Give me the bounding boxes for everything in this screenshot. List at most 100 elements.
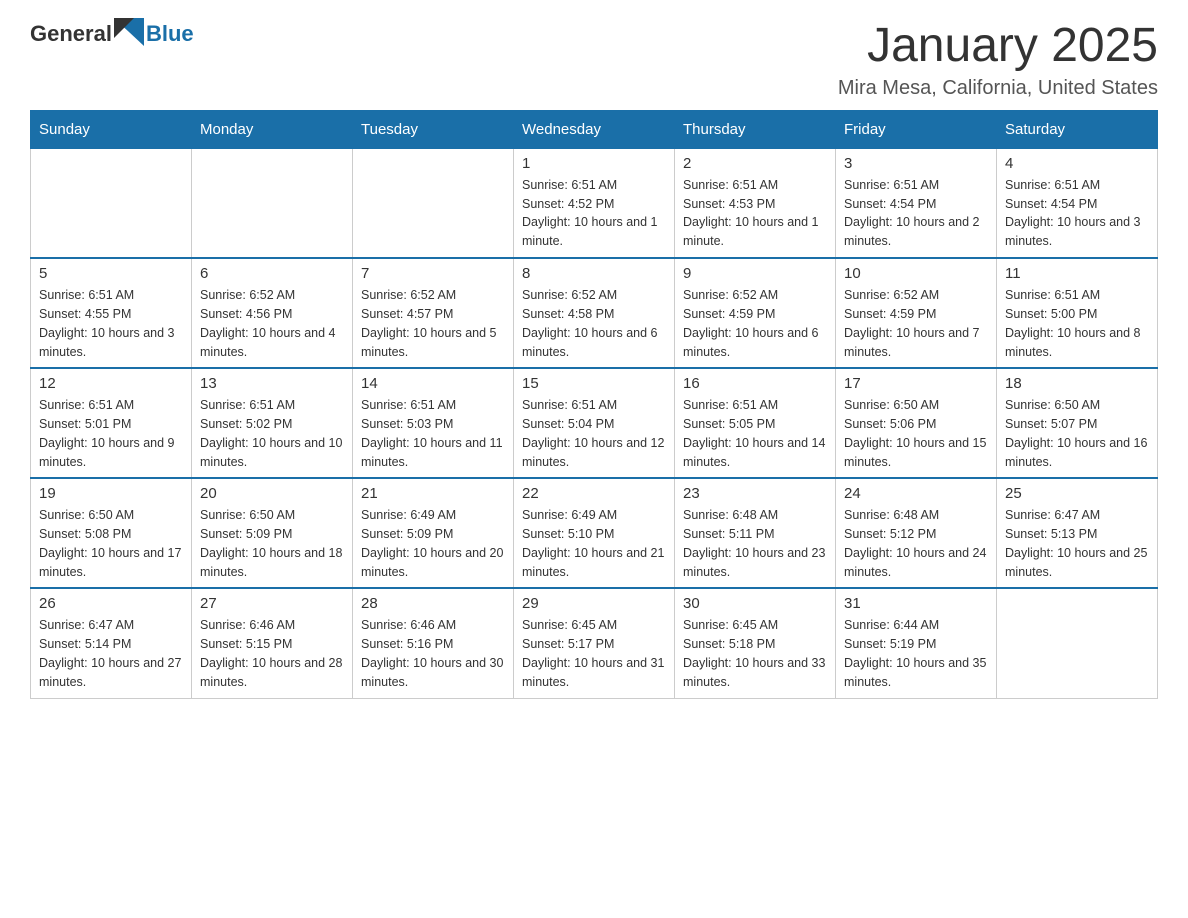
calendar-cell: 24 Sunrise: 6:48 AMSunset: 5:12 PMDayligh…	[836, 478, 997, 588]
calendar-cell: 3 Sunrise: 6:51 AMSunset: 4:54 PMDaylight…	[836, 148, 997, 258]
day-info: Sunrise: 6:51 AMSunset: 4:54 PMDaylight:…	[844, 176, 988, 251]
calendar-week-row: 26 Sunrise: 6:47 AMSunset: 5:14 PMDayligh…	[31, 588, 1158, 698]
logo: General Blue	[30, 20, 194, 48]
col-header-saturday: Saturday	[997, 110, 1158, 148]
calendar-cell: 7 Sunrise: 6:52 AMSunset: 4:57 PMDaylight…	[353, 258, 514, 368]
day-number: 4	[1005, 155, 1149, 172]
day-number: 31	[844, 595, 988, 612]
calendar-week-row: 19Sunrise: 6:50 AMSunset: 5:08 PMDayligh…	[31, 478, 1158, 588]
calendar-cell: 21 Sunrise: 6:49 AMSunset: 5:09 PMDayligh…	[353, 478, 514, 588]
day-info: Sunrise: 6:49 AMSunset: 5:09 PMDaylight:…	[361, 506, 505, 581]
day-number: 10	[844, 265, 988, 282]
day-number: 26	[39, 595, 183, 612]
day-info: Sunrise: 6:46 AMSunset: 5:15 PMDaylight:…	[200, 616, 344, 691]
day-info: Sunrise: 6:45 AMSunset: 5:17 PMDaylight:…	[522, 616, 666, 691]
day-info: Sunrise: 6:52 AMSunset: 4:57 PMDaylight:…	[361, 286, 505, 361]
calendar-cell: 23 Sunrise: 6:48 AMSunset: 5:11 PMDayligh…	[675, 478, 836, 588]
calendar-cell: 13 Sunrise: 6:51 AMSunset: 5:02 PMDayligh…	[192, 368, 353, 478]
calendar-cell: 15Sunrise: 6:51 AMSunset: 5:04 PMDayligh…	[514, 368, 675, 478]
day-number: 22	[522, 485, 666, 502]
day-info: Sunrise: 6:52 AMSunset: 4:58 PMDaylight:…	[522, 286, 666, 361]
calendar-week-row: 5 Sunrise: 6:51 AMSunset: 4:55 PMDaylight…	[31, 258, 1158, 368]
calendar-cell: 20Sunrise: 6:50 AMSunset: 5:09 PMDayligh…	[192, 478, 353, 588]
day-info: Sunrise: 6:47 AMSunset: 5:14 PMDaylight:…	[39, 616, 183, 691]
calendar-cell: 18 Sunrise: 6:50 AMSunset: 5:07 PMDayligh…	[997, 368, 1158, 478]
col-header-wednesday: Wednesday	[514, 110, 675, 148]
day-number: 3	[844, 155, 988, 172]
day-number: 16	[683, 375, 827, 392]
day-info: Sunrise: 6:50 AMSunset: 5:06 PMDaylight:…	[844, 396, 988, 471]
day-number: 14	[361, 375, 505, 392]
day-number: 17	[844, 375, 988, 392]
day-info: Sunrise: 6:45 AMSunset: 5:18 PMDaylight:…	[683, 616, 827, 691]
calendar-cell: 17 Sunrise: 6:50 AMSunset: 5:06 PMDayligh…	[836, 368, 997, 478]
calendar-cell: 26 Sunrise: 6:47 AMSunset: 5:14 PMDayligh…	[31, 588, 192, 698]
day-number: 23	[683, 485, 827, 502]
calendar-cell: 14 Sunrise: 6:51 AMSunset: 5:03 PMDayligh…	[353, 368, 514, 478]
day-info: Sunrise: 6:51 AMSunset: 5:01 PMDaylight:…	[39, 396, 183, 471]
day-number: 15	[522, 375, 666, 392]
day-number: 21	[361, 485, 505, 502]
day-number: 27	[200, 595, 344, 612]
day-number: 7	[361, 265, 505, 282]
calendar-cell: 22Sunrise: 6:49 AMSunset: 5:10 PMDayligh…	[514, 478, 675, 588]
day-info: Sunrise: 6:51 AMSunset: 4:53 PMDaylight:…	[683, 176, 827, 251]
day-number: 12	[39, 375, 183, 392]
day-info: Sunrise: 6:46 AMSunset: 5:16 PMDaylight:…	[361, 616, 505, 691]
day-info: Sunrise: 6:50 AMSunset: 5:07 PMDaylight:…	[1005, 396, 1149, 471]
day-info: Sunrise: 6:52 AMSunset: 4:59 PMDaylight:…	[844, 286, 988, 361]
day-info: Sunrise: 6:51 AMSunset: 5:03 PMDaylight:…	[361, 396, 505, 471]
day-number: 18	[1005, 375, 1149, 392]
logo-triangle-icon	[114, 18, 144, 46]
day-number: 25	[1005, 485, 1149, 502]
day-info: Sunrise: 6:51 AMSunset: 5:00 PMDaylight:…	[1005, 286, 1149, 361]
location: Mira Mesa, California, United States	[838, 77, 1158, 100]
calendar-cell: 27 Sunrise: 6:46 AMSunset: 5:15 PMDayligh…	[192, 588, 353, 698]
day-info: Sunrise: 6:51 AMSunset: 5:02 PMDaylight:…	[200, 396, 344, 471]
day-number: 5	[39, 265, 183, 282]
page-header: General Blue January 2025 Mira Mesa, Cal…	[30, 20, 1158, 100]
day-number: 13	[200, 375, 344, 392]
calendar-week-row: 12 Sunrise: 6:51 AMSunset: 5:01 PMDayligh…	[31, 368, 1158, 478]
calendar-cell: 11 Sunrise: 6:51 AMSunset: 5:00 PMDayligh…	[997, 258, 1158, 368]
calendar-cell: 19Sunrise: 6:50 AMSunset: 5:08 PMDayligh…	[31, 478, 192, 588]
calendar-cell	[353, 148, 514, 258]
day-number: 8	[522, 265, 666, 282]
col-header-thursday: Thursday	[675, 110, 836, 148]
day-number: 24	[844, 485, 988, 502]
calendar-cell	[192, 148, 353, 258]
calendar-cell: 8 Sunrise: 6:52 AMSunset: 4:58 PMDaylight…	[514, 258, 675, 368]
calendar-week-row: 1 Sunrise: 6:51 AMSunset: 4:52 PMDaylight…	[31, 148, 1158, 258]
day-info: Sunrise: 6:51 AMSunset: 4:54 PMDaylight:…	[1005, 176, 1149, 251]
day-info: Sunrise: 6:48 AMSunset: 5:12 PMDaylight:…	[844, 506, 988, 581]
day-number: 11	[1005, 265, 1149, 282]
calendar-cell: 6Sunrise: 6:52 AMSunset: 4:56 PMDaylight…	[192, 258, 353, 368]
calendar-cell: 4 Sunrise: 6:51 AMSunset: 4:54 PMDaylight…	[997, 148, 1158, 258]
day-info: Sunrise: 6:51 AMSunset: 4:52 PMDaylight:…	[522, 176, 666, 251]
day-info: Sunrise: 6:48 AMSunset: 5:11 PMDaylight:…	[683, 506, 827, 581]
col-header-sunday: Sunday	[31, 110, 192, 148]
day-number: 28	[361, 595, 505, 612]
calendar-cell: 25 Sunrise: 6:47 AMSunset: 5:13 PMDayligh…	[997, 478, 1158, 588]
day-number: 1	[522, 155, 666, 172]
day-info: Sunrise: 6:51 AMSunset: 5:05 PMDaylight:…	[683, 396, 827, 471]
day-info: Sunrise: 6:51 AMSunset: 4:55 PMDaylight:…	[39, 286, 183, 361]
calendar-header-row: SundayMondayTuesdayWednesdayThursdayFrid…	[31, 110, 1158, 148]
logo-text-general: General	[30, 21, 112, 47]
title-block: January 2025 Mira Mesa, California, Unit…	[838, 20, 1158, 100]
col-header-friday: Friday	[836, 110, 997, 148]
calendar-cell: 31Sunrise: 6:44 AMSunset: 5:19 PMDayligh…	[836, 588, 997, 698]
logo-text-blue: Blue	[146, 21, 194, 47]
calendar-cell: 29Sunrise: 6:45 AMSunset: 5:17 PMDayligh…	[514, 588, 675, 698]
calendar-cell: 30 Sunrise: 6:45 AMSunset: 5:18 PMDayligh…	[675, 588, 836, 698]
day-info: Sunrise: 6:47 AMSunset: 5:13 PMDaylight:…	[1005, 506, 1149, 581]
day-number: 6	[200, 265, 344, 282]
day-number: 20	[200, 485, 344, 502]
day-info: Sunrise: 6:52 AMSunset: 4:59 PMDaylight:…	[683, 286, 827, 361]
calendar-cell: 5 Sunrise: 6:51 AMSunset: 4:55 PMDaylight…	[31, 258, 192, 368]
day-number: 30	[683, 595, 827, 612]
day-number: 2	[683, 155, 827, 172]
day-number: 9	[683, 265, 827, 282]
calendar-cell: 28 Sunrise: 6:46 AMSunset: 5:16 PMDayligh…	[353, 588, 514, 698]
calendar-cell	[31, 148, 192, 258]
